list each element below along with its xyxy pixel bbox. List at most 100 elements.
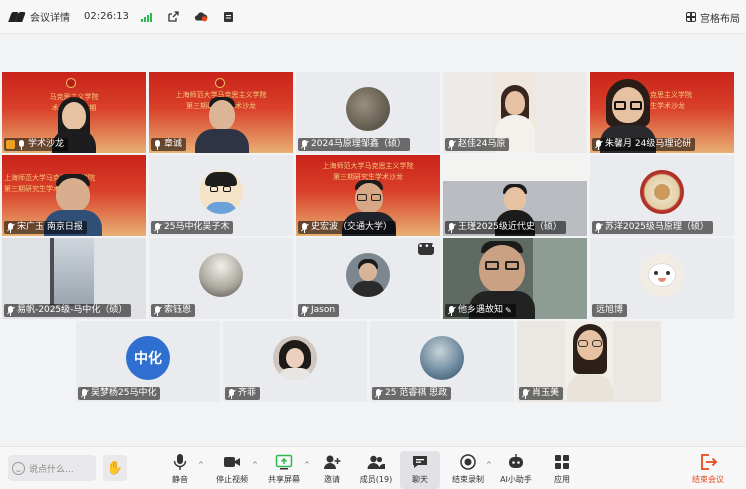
stop-video-label: 停止视频: [216, 475, 248, 484]
add-person-icon: [323, 453, 341, 471]
video-options-caret[interactable]: ^: [252, 461, 258, 469]
more-options-button[interactable]: •••: [418, 243, 436, 255]
participant-tile[interactable]: 王瑾2025级近代史（硕）: [443, 155, 587, 236]
participant-tile[interactable]: 他乡遇故知 ✎: [443, 238, 587, 319]
participant-name: 齐菲: [238, 388, 257, 398]
participant-tile[interactable]: 上海师范大学马克思主义学院 第三期研究生学术沙龙 宋广玉 南京日报: [2, 155, 146, 236]
ai-assistant-label: AI小助手: [500, 475, 532, 484]
nameplate: 远旭博: [592, 304, 628, 317]
microphone-icon: [171, 453, 189, 471]
nameplate: 章诚: [151, 138, 187, 151]
participant-tile[interactable]: 2024马原理邹鑫（硕）: [296, 72, 440, 153]
participant-name: 他乡遇故知: [458, 305, 504, 315]
nameplate: 25马中化吴子木: [151, 221, 234, 234]
share-options-caret[interactable]: ^: [304, 461, 310, 469]
apps-grid-icon: [553, 453, 571, 471]
chat-button[interactable]: 聊天: [400, 451, 440, 489]
members-button[interactable]: 成员(19): [356, 451, 396, 489]
participant-name: 25 范睿祺 思政: [385, 388, 448, 398]
nameplate: 他乡遇故知 ✎: [445, 304, 516, 317]
participant-tile[interactable]: 上海师范大学马克思主义学院 第三期研究生学术沙龙 史宏波（交通大学）: [296, 155, 440, 236]
participant-tile[interactable]: 远旭博: [590, 238, 734, 319]
mic-off-icon: [300, 305, 309, 316]
nameplate: 宋广玉 南京日报: [4, 221, 87, 234]
raise-hand-button[interactable]: ✋: [103, 455, 127, 481]
participant-tile[interactable]: ••• Jason: [296, 238, 440, 319]
mute-button[interactable]: 静音: [160, 451, 200, 489]
university-seal-icon: [215, 78, 225, 88]
end-meeting-label: 结束会议: [692, 475, 724, 484]
participant-name: 索钰恩: [164, 305, 192, 315]
ai-assistant-icon: [507, 453, 525, 471]
record-options-caret[interactable]: ^: [486, 461, 492, 469]
emoji-icon[interactable]: [12, 461, 25, 475]
participant-tile[interactable]: 易帆-2025级-马中化（硕）: [2, 238, 146, 319]
share-out-icon[interactable]: [166, 10, 180, 24]
stop-video-button[interactable]: 停止视频: [212, 451, 252, 489]
nameplate: 齐菲: [225, 387, 261, 400]
nameplate: 2024马原理邹鑫（硕）: [298, 138, 410, 151]
participant-tile[interactable]: 上海师范大学马克思主义学院第三期研究生学术沙龙 章诚: [149, 72, 293, 153]
mic-off-icon: [153, 222, 162, 233]
meeting-details-link[interactable]: 会议详情: [30, 9, 70, 24]
app-logo-icon: [10, 12, 24, 22]
cloud-record-icon[interactable]: [194, 10, 208, 24]
mic-off-icon: [374, 388, 383, 399]
share-screen-button[interactable]: 共享屏幕: [264, 451, 304, 489]
banner-line: 克思主义学院: [650, 91, 692, 99]
invite-button[interactable]: 邀请: [312, 451, 352, 489]
participant-name: Jason: [311, 305, 336, 315]
participant-name: 宋广玉 南京日报: [17, 222, 83, 232]
participant-tile[interactable]: 25马中化吴子木: [149, 155, 293, 236]
participant-tile[interactable]: 马克思主义学院术沙龙(第三期 学术沙龙: [2, 72, 146, 153]
participant-name: 赵佳24马原: [458, 139, 506, 149]
participant-tile[interactable]: 齐菲: [223, 321, 367, 402]
members-icon: [367, 453, 385, 471]
hand-icon: ✋: [106, 460, 124, 476]
avatar-initials: 中化: [134, 350, 162, 367]
participant-name: 学术沙龙: [28, 139, 65, 149]
nameplate: 苏洋2025级马原理（硕）: [592, 221, 713, 234]
layout-switch[interactable]: 宫格布局: [686, 0, 740, 34]
participant-tile[interactable]: 赵佳24马原: [443, 72, 587, 153]
end-meeting-button[interactable]: 结束会议: [682, 451, 734, 487]
participant-avatar: [640, 252, 684, 297]
pencil-icon: ✎: [505, 306, 512, 315]
ai-assistant-button[interactable]: AI小助手: [496, 451, 536, 489]
participant-name: 肖玉美: [532, 388, 560, 398]
members-label: 成员(19): [359, 475, 393, 484]
signal-icon[interactable]: [140, 12, 152, 22]
participant-avatar: [346, 86, 390, 131]
participant-tile[interactable]: 25 范睿祺 思政: [370, 321, 514, 402]
video-camera-icon: [223, 453, 241, 471]
document-icon[interactable]: [222, 10, 236, 24]
participant-tile[interactable]: 肖玉美: [517, 321, 661, 402]
participant-avatar: [199, 169, 243, 214]
mic-off-icon: [80, 388, 89, 399]
mic-off-icon: [594, 222, 603, 233]
end-recording-button[interactable]: 结束录制: [448, 451, 488, 489]
participant-name: 朱馨月 24级马理论研: [605, 139, 692, 149]
participant-avatar: [640, 169, 684, 214]
exit-icon: [699, 453, 718, 471]
participant-video: [567, 322, 613, 402]
mute-label: 静音: [172, 475, 188, 484]
participant-avatar: 中化: [126, 335, 170, 380]
mic-icon: [153, 139, 162, 150]
participant-tile[interactable]: 中化 吴梦杨25马中化: [76, 321, 220, 402]
participant-tile[interactable]: 苏洋2025级马原理（硕）: [590, 155, 734, 236]
participant-tile[interactable]: 克思主义学院 生学术沙龙 朱馨月 24级马理论研: [590, 72, 734, 153]
mic-off-icon: [447, 305, 456, 316]
meeting-window: 会议详情 02:26:13 宫格布局 马克思主义学院术沙龙(第三期: [0, 0, 746, 489]
participant-avatar: [420, 335, 464, 380]
participant-name: 远旭博: [596, 305, 624, 315]
banner-line: 生学术沙龙: [650, 102, 685, 110]
participant-tile[interactable]: 索钰恩: [149, 238, 293, 319]
apps-button[interactable]: 应用: [542, 451, 582, 489]
participant-name: 吴梦杨25马中化: [91, 388, 157, 398]
mute-options-caret[interactable]: ^: [198, 461, 204, 469]
nameplate: 易帆-2025级-马中化（硕）: [4, 304, 132, 317]
chat-input[interactable]: 说点什么...: [8, 455, 96, 481]
mic-off-icon: [300, 222, 309, 233]
chat-bubble-icon: [411, 453, 429, 471]
